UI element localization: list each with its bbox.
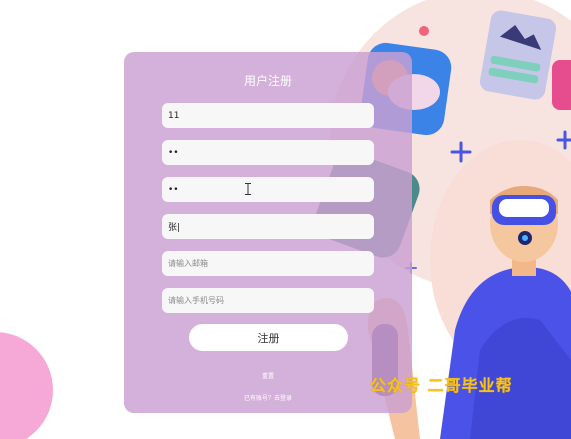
- password-field[interactable]: [162, 140, 374, 165]
- confirm-password-field[interactable]: [162, 177, 374, 202]
- page-title: 用户注册: [243, 74, 292, 88]
- name-field[interactable]: [162, 214, 374, 239]
- login-link[interactable]: 已有账号？去登录: [124, 393, 412, 402]
- email-field[interactable]: [162, 251, 374, 276]
- reset-link[interactable]: 重置: [124, 371, 412, 380]
- text-cursor-icon: [245, 183, 251, 195]
- pink-card-edge: [552, 60, 571, 110]
- username-field[interactable]: [162, 103, 374, 128]
- watermark-text: 公众号 二哥毕业帮: [370, 376, 513, 395]
- gallery-card: [479, 10, 557, 100]
- phone-field[interactable]: [162, 288, 374, 313]
- register-button[interactable]: 注册: [189, 324, 348, 351]
- red-dot: [419, 26, 429, 36]
- register-panel: 用户注册 注册 重置 已有账号？去登录: [124, 52, 412, 413]
- pink-circle: [0, 332, 53, 439]
